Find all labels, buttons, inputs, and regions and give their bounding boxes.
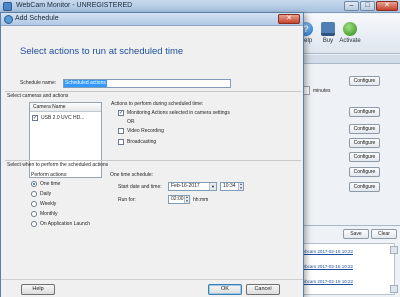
time-spinner-icon[interactable]: ▲ ▼: [238, 182, 243, 190]
divider: [5, 91, 301, 92]
video-recording-checkbox[interactable]: [118, 128, 124, 134]
monitoring-actions-label: Monitoring Actions selected in camera se…: [127, 110, 230, 116]
schedule-name-input[interactable]: Scheduled actions: [63, 79, 231, 88]
dialog-heading: Select actions to run at scheduled time: [20, 46, 184, 57]
video-recording-label: Video Recording: [127, 128, 164, 134]
weekly-label: Weekly: [40, 201, 57, 207]
daily-radio[interactable]: [31, 191, 37, 197]
configure-button-4[interactable]: Configure: [349, 138, 380, 148]
main-window-title: WebCam Monitor - UNREGISTERED: [16, 2, 133, 9]
one-time-radio[interactable]: [31, 181, 37, 187]
configure-button-7[interactable]: Configure: [349, 182, 380, 192]
log-save-button[interactable]: Save: [343, 229, 369, 239]
help-button[interactable]: Help: [21, 284, 55, 295]
one-time-schedule-label: One time schedule:: [110, 172, 154, 178]
webcam-app-icon: [3, 2, 12, 11]
activate-toolbar-label: Activate: [339, 38, 361, 44]
configure-button-3[interactable]: Configure: [349, 124, 380, 134]
maximize-button[interactable]: □: [360, 1, 375, 11]
log-clear-button[interactable]: Clear: [371, 229, 397, 239]
monthly-label: Monthly: [40, 211, 58, 217]
one-time-label: One time: [40, 181, 61, 187]
activate-icon: [343, 22, 357, 36]
camera-checkbox[interactable]: ✓: [32, 115, 38, 121]
on-application-launch-radio[interactable]: [31, 221, 37, 227]
perform-actions-label: Perform actions:: [31, 172, 68, 178]
configure-button-2[interactable]: Configure: [349, 107, 380, 117]
run-for-unit-label: hh:mm: [193, 197, 209, 203]
start-date-value: Feb-16-2017: [171, 183, 200, 189]
dialog-footer: Help OK Cancel: [1, 279, 303, 297]
monitoring-actions-checkbox[interactable]: ✓: [118, 110, 124, 116]
start-date-time-label: Start date and time:: [118, 184, 162, 190]
start-time-value: 10:34: [223, 183, 236, 189]
run-for-value: 02:00: [171, 196, 184, 202]
scroll-down-arrow[interactable]: [390, 285, 398, 293]
minutes-label: minutes: [313, 88, 331, 94]
run-for-label: Run for:: [118, 197, 136, 203]
configure-button-6[interactable]: Configure: [349, 167, 380, 177]
broadcasting-checkbox[interactable]: [118, 139, 124, 145]
weekly-radio[interactable]: [31, 201, 37, 207]
divider: [5, 160, 301, 161]
activate-toolbar-button[interactable]: Activate: [337, 22, 363, 44]
run-for-spinner-icon[interactable]: ▲ ▼: [184, 195, 189, 203]
dialog-title: Add Schedule: [15, 15, 59, 22]
run-for-input[interactable]: 02:00 ▲ ▼: [168, 195, 190, 204]
camera-name: USB 2.0 UVC HD...: [41, 115, 85, 121]
cancel-button[interactable]: Cancel: [246, 284, 280, 295]
dialog-close-button[interactable]: ✕: [278, 14, 300, 24]
daily-label: Daily: [40, 191, 52, 197]
start-time-input[interactable]: 10:34 ▲ ▼: [220, 182, 244, 191]
or-label: OR: [127, 119, 135, 125]
buy-toolbar-button[interactable]: Buy: [317, 22, 339, 44]
start-date-picker[interactable]: Feb-16-2017 ▼: [168, 182, 217, 191]
schedule-name-value: Scheduled actions: [64, 80, 107, 87]
configure-button-5[interactable]: Configure: [349, 152, 380, 162]
scroll-up-arrow[interactable]: [390, 246, 398, 254]
calendar-dropdown-icon[interactable]: ▼: [209, 183, 216, 190]
on-application-launch-label: On Application Launch: [40, 221, 91, 227]
close-window-button[interactable]: ✕: [376, 1, 398, 11]
configure-button-1[interactable]: Configure: [349, 76, 380, 86]
actions-label: Actions to perform during scheduled time…: [111, 101, 204, 107]
when-section-label: Select when to perform the scheduled act…: [7, 162, 109, 168]
window-controls: – □ ✕: [344, 1, 398, 11]
add-schedule-dialog: Add Schedule ✕ Select actions to run at …: [0, 12, 304, 297]
camera-name-column-header[interactable]: Camera Name: [30, 103, 101, 112]
schedule-icon: [4, 15, 13, 24]
broadcasting-label: Broadcasting: [127, 139, 157, 145]
cameras-section-label: Select cameras and actions: [7, 93, 69, 99]
minimize-button[interactable]: –: [344, 1, 359, 11]
dialog-body: Select actions to run at scheduled time …: [3, 29, 301, 279]
dialog-titlebar: Add Schedule ✕: [1, 13, 303, 26]
schedule-name-label: Schedule name:: [20, 80, 57, 86]
cart-icon: [321, 22, 335, 36]
camera-list-item[interactable]: ✓ USB 2.0 UVC HD...: [32, 114, 100, 122]
monthly-radio[interactable]: [31, 211, 37, 217]
buy-toolbar-label: Buy: [322, 38, 334, 44]
ok-button[interactable]: OK: [208, 284, 242, 295]
